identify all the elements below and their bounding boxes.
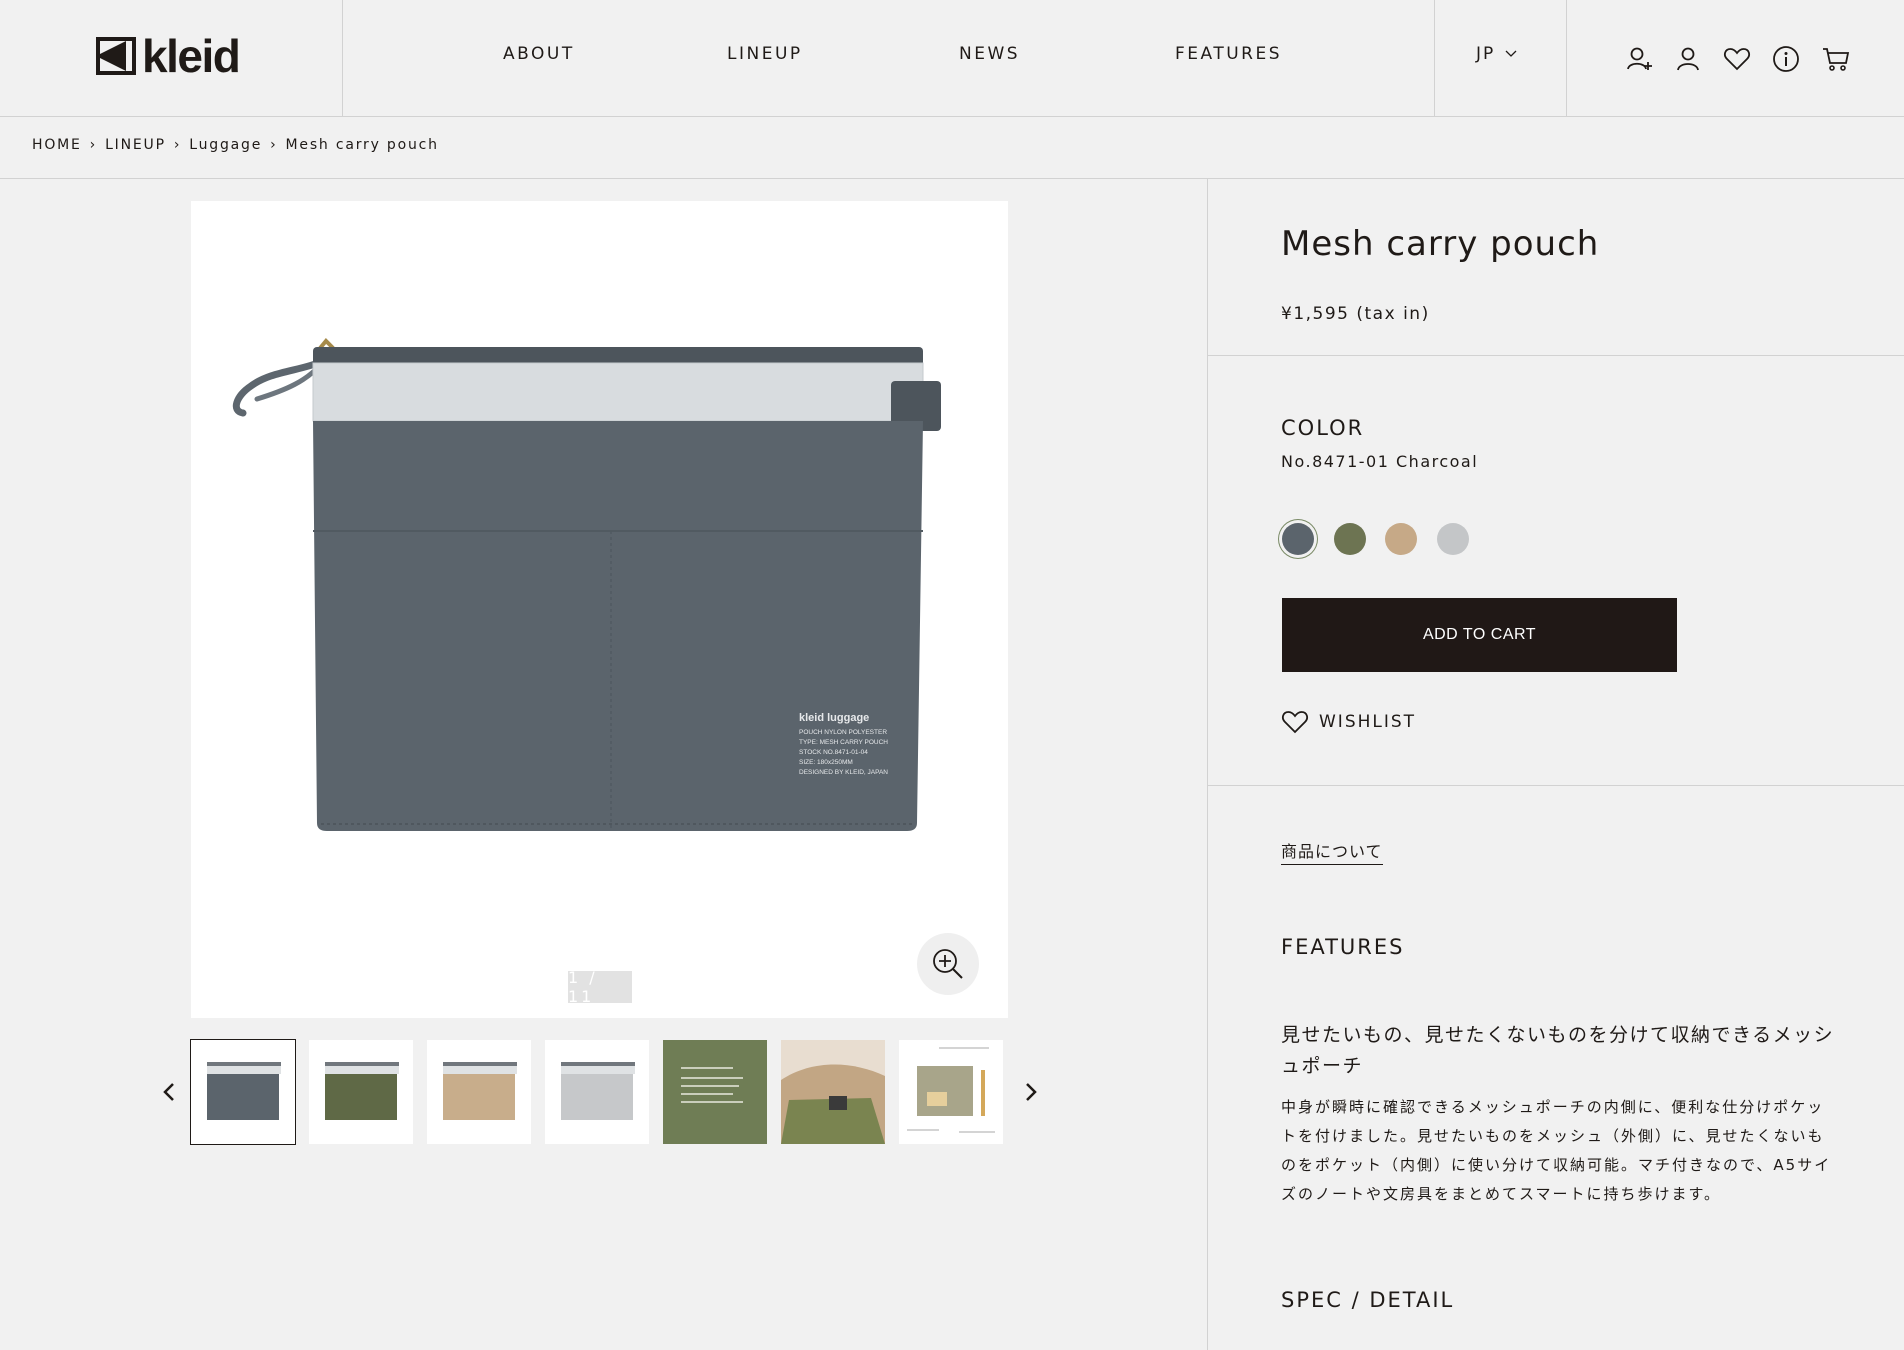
breadcrumb-separator: › [270,137,278,153]
color-swatch-3[interactable] [1385,523,1417,555]
cart-icon[interactable] [1822,45,1850,73]
thumbnail-7[interactable] [899,1040,1003,1144]
product-photo: kleid luggage POUCH NYLON POLYESTER TYPE… [232,338,941,831]
heart-icon [1282,711,1308,734]
divider [1434,0,1435,116]
breadcrumb-separator: › [89,137,98,153]
color-heading: COLOR [1281,416,1365,440]
thumbnail-6[interactable] [781,1040,885,1144]
breadcrumb: HOME › LINEUP › Luggage › Mesh carry pouch [32,137,439,153]
info-icon[interactable] [1772,45,1800,73]
divider [342,0,343,116]
thumbnail-1[interactable] [190,1039,296,1145]
nav-features[interactable]: FEATURES [1175,44,1282,64]
breadcrumb-separator: › [173,137,182,153]
divider [1208,355,1904,356]
color-swatch-2[interactable] [1334,523,1366,555]
nav-news[interactable]: NEWS [959,44,1020,64]
selected-color: No.8471-01 Charcoal [1281,452,1479,471]
thumbnail-5[interactable] [663,1040,767,1144]
language-selector[interactable]: JP [1476,44,1517,64]
product-label-line: POUCH NYLON POLYESTER [799,729,887,736]
thumbnail-3[interactable] [427,1040,531,1144]
color-swatch-4[interactable] [1437,523,1469,555]
site-header: kleid ABOUT LINEUP NEWS FEATURES JP [0,0,1904,117]
product-label-line: TYPE: MESH CARRY POUCH [799,739,888,746]
product-main-image[interactable]: kleid luggage POUCH NYLON POLYESTER TYPE… [191,201,1008,1018]
breadcrumb-luggage[interactable]: Luggage [189,137,262,153]
product-label-line: DESIGNED BY KLEID, JAPAN [799,769,888,776]
user-add-icon[interactable] [1626,45,1654,73]
brand-wordmark: kleid [142,30,241,82]
zoom-button[interactable] [917,933,979,995]
nav-about[interactable]: ABOUT [503,44,575,64]
zoom-in-icon [933,949,963,979]
features-heading: FEATURES [1281,935,1405,959]
nav-lineup[interactable]: LINEUP [727,44,803,64]
thumbnail-2[interactable] [309,1040,413,1144]
heart-icon[interactable] [1723,45,1751,73]
breadcrumb-lineup[interactable]: LINEUP [105,137,166,153]
breadcrumb-current: Mesh carry pouch [285,137,439,153]
kleid-logo-icon [96,37,136,75]
wishlist-button[interactable]: WISHLIST [1281,709,1416,735]
user-icon[interactable] [1674,45,1702,73]
divider [1208,785,1904,786]
product-label-line: STOCK NO.8471-01-04 [799,749,868,756]
features-body: 中身が瞬時に確認できるメッシュポーチの内側に、便利な仕分けポケットを付けました。… [1281,1098,1832,1203]
wishlist-label: WISHLIST [1319,712,1417,732]
thumb-prev-button[interactable] [158,1080,182,1104]
divider [0,178,1904,179]
product-title: Mesh carry pouch [1281,224,1600,264]
color-swatch-1[interactable] [1282,523,1314,555]
thumbnail-4[interactable] [545,1040,649,1144]
brand-logo[interactable]: kleid [96,30,241,82]
language-label: JP [1476,44,1496,64]
features-lead: 見せたいもの、見せたくないものを分けて収納できるメッシュポーチ [1281,1024,1835,1077]
chevron-down-icon [1505,50,1517,57]
divider [1566,0,1567,116]
product-label-line: SIZE: 180x250MM [799,759,853,766]
spec-heading: SPEC / DETAIL [1281,1288,1455,1312]
product-label-line: kleid luggage [799,712,869,724]
breadcrumb-home[interactable]: HOME [32,137,82,153]
add-to-cart-button[interactable]: ADD TO CART [1282,598,1677,672]
thumb-next-button[interactable] [1018,1080,1042,1104]
image-counter: 1 / 11 [568,968,632,1006]
about-product-link[interactable]: 商品について [1281,838,1383,865]
product-price: ¥1,595 (tax in) [1281,304,1430,324]
